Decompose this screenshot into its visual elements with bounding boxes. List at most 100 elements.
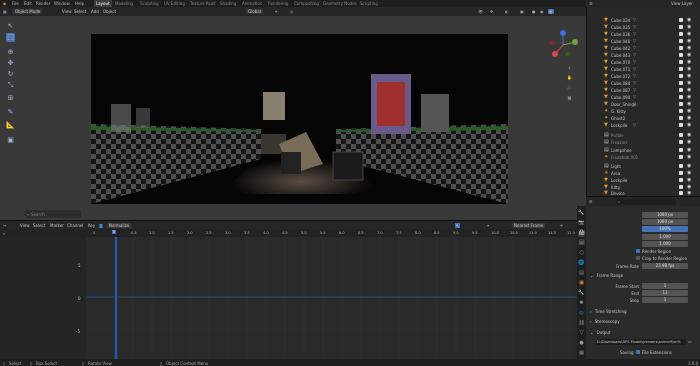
eye-icon[interactable]: ◉: [687, 24, 691, 30]
checkbox[interactable]: [679, 18, 683, 22]
aspect-x-field[interactable]: 1.000: [642, 234, 688, 240]
move-tool-icon[interactable]: ✥: [6, 59, 15, 68]
outliner-row[interactable]: ✦ Freakbob.001 ◉: [587, 154, 700, 161]
gizmo-toggle-icon[interactable]: ✥: [490, 9, 493, 14]
annotate-tool-icon[interactable]: ✎: [6, 108, 15, 117]
cursor-3d-icon[interactable]: ⊕: [6, 48, 15, 57]
tab-shading[interactable]: Shading: [220, 1, 236, 6]
snap-icon[interactable]: ⌖: [275, 9, 277, 14]
outliner-type-icon[interactable]: ☰: [589, 1, 593, 6]
outliner-row[interactable]: ▤ Freakies ◉: [587, 139, 700, 146]
frame-range-section[interactable]: ⌄ Frame Range: [590, 273, 696, 280]
eye-icon[interactable]: ◉: [687, 31, 691, 37]
checkbox[interactable]: [679, 185, 683, 189]
checkbox[interactable]: [679, 171, 683, 175]
tool-tab-icon[interactable]: 🔧: [578, 210, 585, 217]
properties-type-icon[interactable]: ⚙: [589, 199, 593, 204]
checkbox[interactable]: [679, 164, 683, 168]
eye-icon[interactable]: ◉: [687, 122, 691, 128]
checkbox[interactable]: [679, 102, 683, 106]
menu-object[interactable]: Object: [103, 9, 116, 14]
output-section[interactable]: ⌄ Output: [590, 330, 696, 337]
crop-checkbox[interactable]: [636, 256, 640, 260]
eye-icon[interactable]: ◉: [687, 66, 691, 72]
menu-view[interactable]: View: [62, 9, 72, 14]
viewport-search-field[interactable]: ⌕ Search: [25, 210, 81, 218]
render-tab-icon[interactable]: 📷: [578, 220, 585, 227]
eye-icon[interactable]: ◉: [687, 163, 691, 169]
eye-icon[interactable]: ◉: [687, 101, 691, 107]
material-tab-icon[interactable]: ●: [578, 340, 585, 347]
eye-icon[interactable]: ◉: [687, 132, 691, 138]
frame-end-field[interactable]: 13: [642, 290, 688, 296]
filter-icon[interactable]: ⏷: [560, 223, 563, 228]
tab-sculpting[interactable]: Sculpting: [140, 1, 159, 6]
perspective-grid-icon[interactable]: ▦: [566, 94, 573, 101]
outliner-row[interactable]: ▤ Purble ◉: [587, 132, 700, 139]
eye-icon[interactable]: ◉: [687, 170, 691, 176]
tab-animation[interactable]: Animation: [242, 1, 262, 6]
tab-rendering[interactable]: Rendering: [268, 1, 288, 6]
outliner-row[interactable]: ▤ Lampshoe ◉: [587, 147, 700, 154]
checkbox[interactable]: [679, 191, 683, 195]
checkbox[interactable]: [679, 155, 683, 159]
gizmo-y-axis[interactable]: [572, 39, 578, 45]
outliner-row[interactable]: ▼ Cube.070 ▽ ◉: [587, 59, 700, 66]
time-stretching-section[interactable]: › Time Stretching: [590, 309, 696, 316]
checkbox[interactable]: [679, 25, 683, 29]
render-region-checkbox[interactable]: [636, 249, 640, 253]
shading-solid-icon[interactable]: ●: [532, 9, 536, 14]
file-extensions-checkbox[interactable]: [636, 350, 640, 354]
outliner-row[interactable]: ▼ Cube.087 ▽ ◉: [587, 87, 700, 94]
checkbox[interactable]: [679, 74, 683, 78]
stereoscopy-section[interactable]: › Stereoscopy: [590, 319, 696, 326]
outliner-row[interactable]: ▼ Lockpile ◉: [587, 177, 700, 184]
aspect-y-field[interactable]: 1.000: [642, 241, 688, 247]
resolution-percent-field[interactable]: 100%: [642, 226, 688, 232]
checkbox[interactable]: [679, 88, 683, 92]
constraints-tab-icon[interactable]: ⛓: [578, 320, 585, 327]
outliner-row[interactable]: ▼ Cube.090 ▽ ◉: [587, 94, 700, 101]
outliner-row[interactable]: ▼ Cube.036 ▽ ◉: [587, 31, 700, 38]
resolution-x-field[interactable]: 1080 px: [642, 212, 688, 218]
object-tab-icon[interactable]: ▣: [578, 280, 585, 287]
outliner-row[interactable]: ▼ Cube.084 ▽ ◉: [587, 80, 700, 87]
eye-icon[interactable]: ◉: [687, 108, 691, 114]
checkbox[interactable]: [679, 32, 683, 36]
zoom-icon[interactable]: ⌕: [566, 64, 573, 71]
outliner-row[interactable]: ▼ Cube.071 ▽ ◉: [587, 66, 700, 73]
snap-mode-dropdown[interactable]: Nearest Frame: [512, 223, 546, 228]
gizmo-z-axis[interactable]: [560, 30, 566, 36]
pan-hand-icon[interactable]: ✋: [566, 74, 573, 81]
normalize-button[interactable]: Normalize: [107, 223, 132, 228]
eye-icon[interactable]: ◉: [687, 177, 691, 183]
menu-help[interactable]: Help: [75, 1, 84, 6]
tab-uv-editing[interactable]: UV Editing: [164, 1, 185, 6]
checkbox[interactable]: [679, 133, 683, 137]
shading-rendered-icon[interactable]: ◎: [548, 9, 554, 14]
checkbox[interactable]: [679, 81, 683, 85]
eye-icon[interactable]: ◉: [687, 139, 691, 145]
menu-file[interactable]: File: [12, 1, 19, 6]
checkbox[interactable]: [679, 53, 683, 57]
shading-material-icon[interactable]: ◉: [540, 9, 544, 14]
scene-tab-icon[interactable]: ⬡: [578, 250, 585, 257]
visibility-icon[interactable]: 👁: [478, 9, 483, 14]
eye-icon[interactable]: ◉: [687, 38, 691, 44]
cursor-tool-icon[interactable]: ↖: [6, 22, 15, 31]
mode-dropdown[interactable]: Object Mode: [13, 9, 43, 14]
menu-view-timeline[interactable]: View: [20, 223, 30, 228]
xray-icon[interactable]: ▣: [520, 9, 524, 14]
collection-tab-icon[interactable]: ▤: [578, 270, 585, 277]
checkbox[interactable]: [679, 148, 683, 152]
menu-window[interactable]: Window: [54, 1, 70, 6]
eye-icon[interactable]: ◉: [687, 17, 691, 23]
outliner-row[interactable]: ▼ Door_Shinge ▽ ◉: [587, 101, 700, 108]
eye-icon[interactable]: ◉: [687, 87, 691, 93]
outliner-row[interactable]: ✦ Ghost2 ◉: [587, 115, 700, 122]
checkbox[interactable]: [679, 39, 683, 43]
output-tab-icon[interactable]: 🖨: [578, 230, 585, 237]
tab-layout[interactable]: Layout: [94, 0, 112, 7]
frame-step-field[interactable]: 1: [642, 297, 688, 303]
editor-type-icon[interactable]: ▦: [3, 9, 7, 14]
